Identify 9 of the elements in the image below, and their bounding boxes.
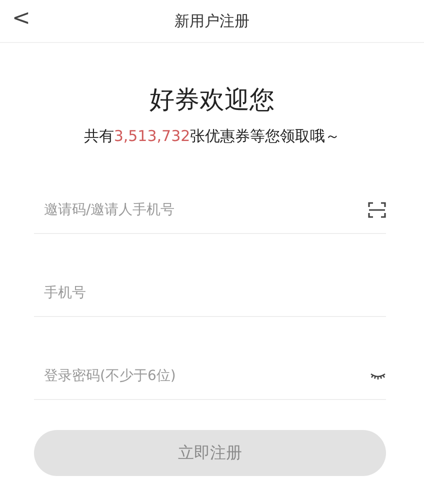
page-title: 新用户注册 <box>174 12 250 30</box>
scan-icon[interactable] <box>368 202 386 218</box>
back-button[interactable]: < <box>8 4 34 34</box>
coupon-count-text: 共有3,513,732张优惠券等您领取哦～ <box>84 127 340 146</box>
welcome-title: 好券欢迎您 <box>150 84 274 116</box>
input-field[interactable]: 手机号 <box>34 278 386 308</box>
input-field[interactable]: 邀请码/邀请人手机号 <box>34 194 368 224</box>
closed-eye-icon[interactable] <box>370 372 386 380</box>
input-field[interactable]: 登录密码(不少于6位) <box>34 360 370 390</box>
